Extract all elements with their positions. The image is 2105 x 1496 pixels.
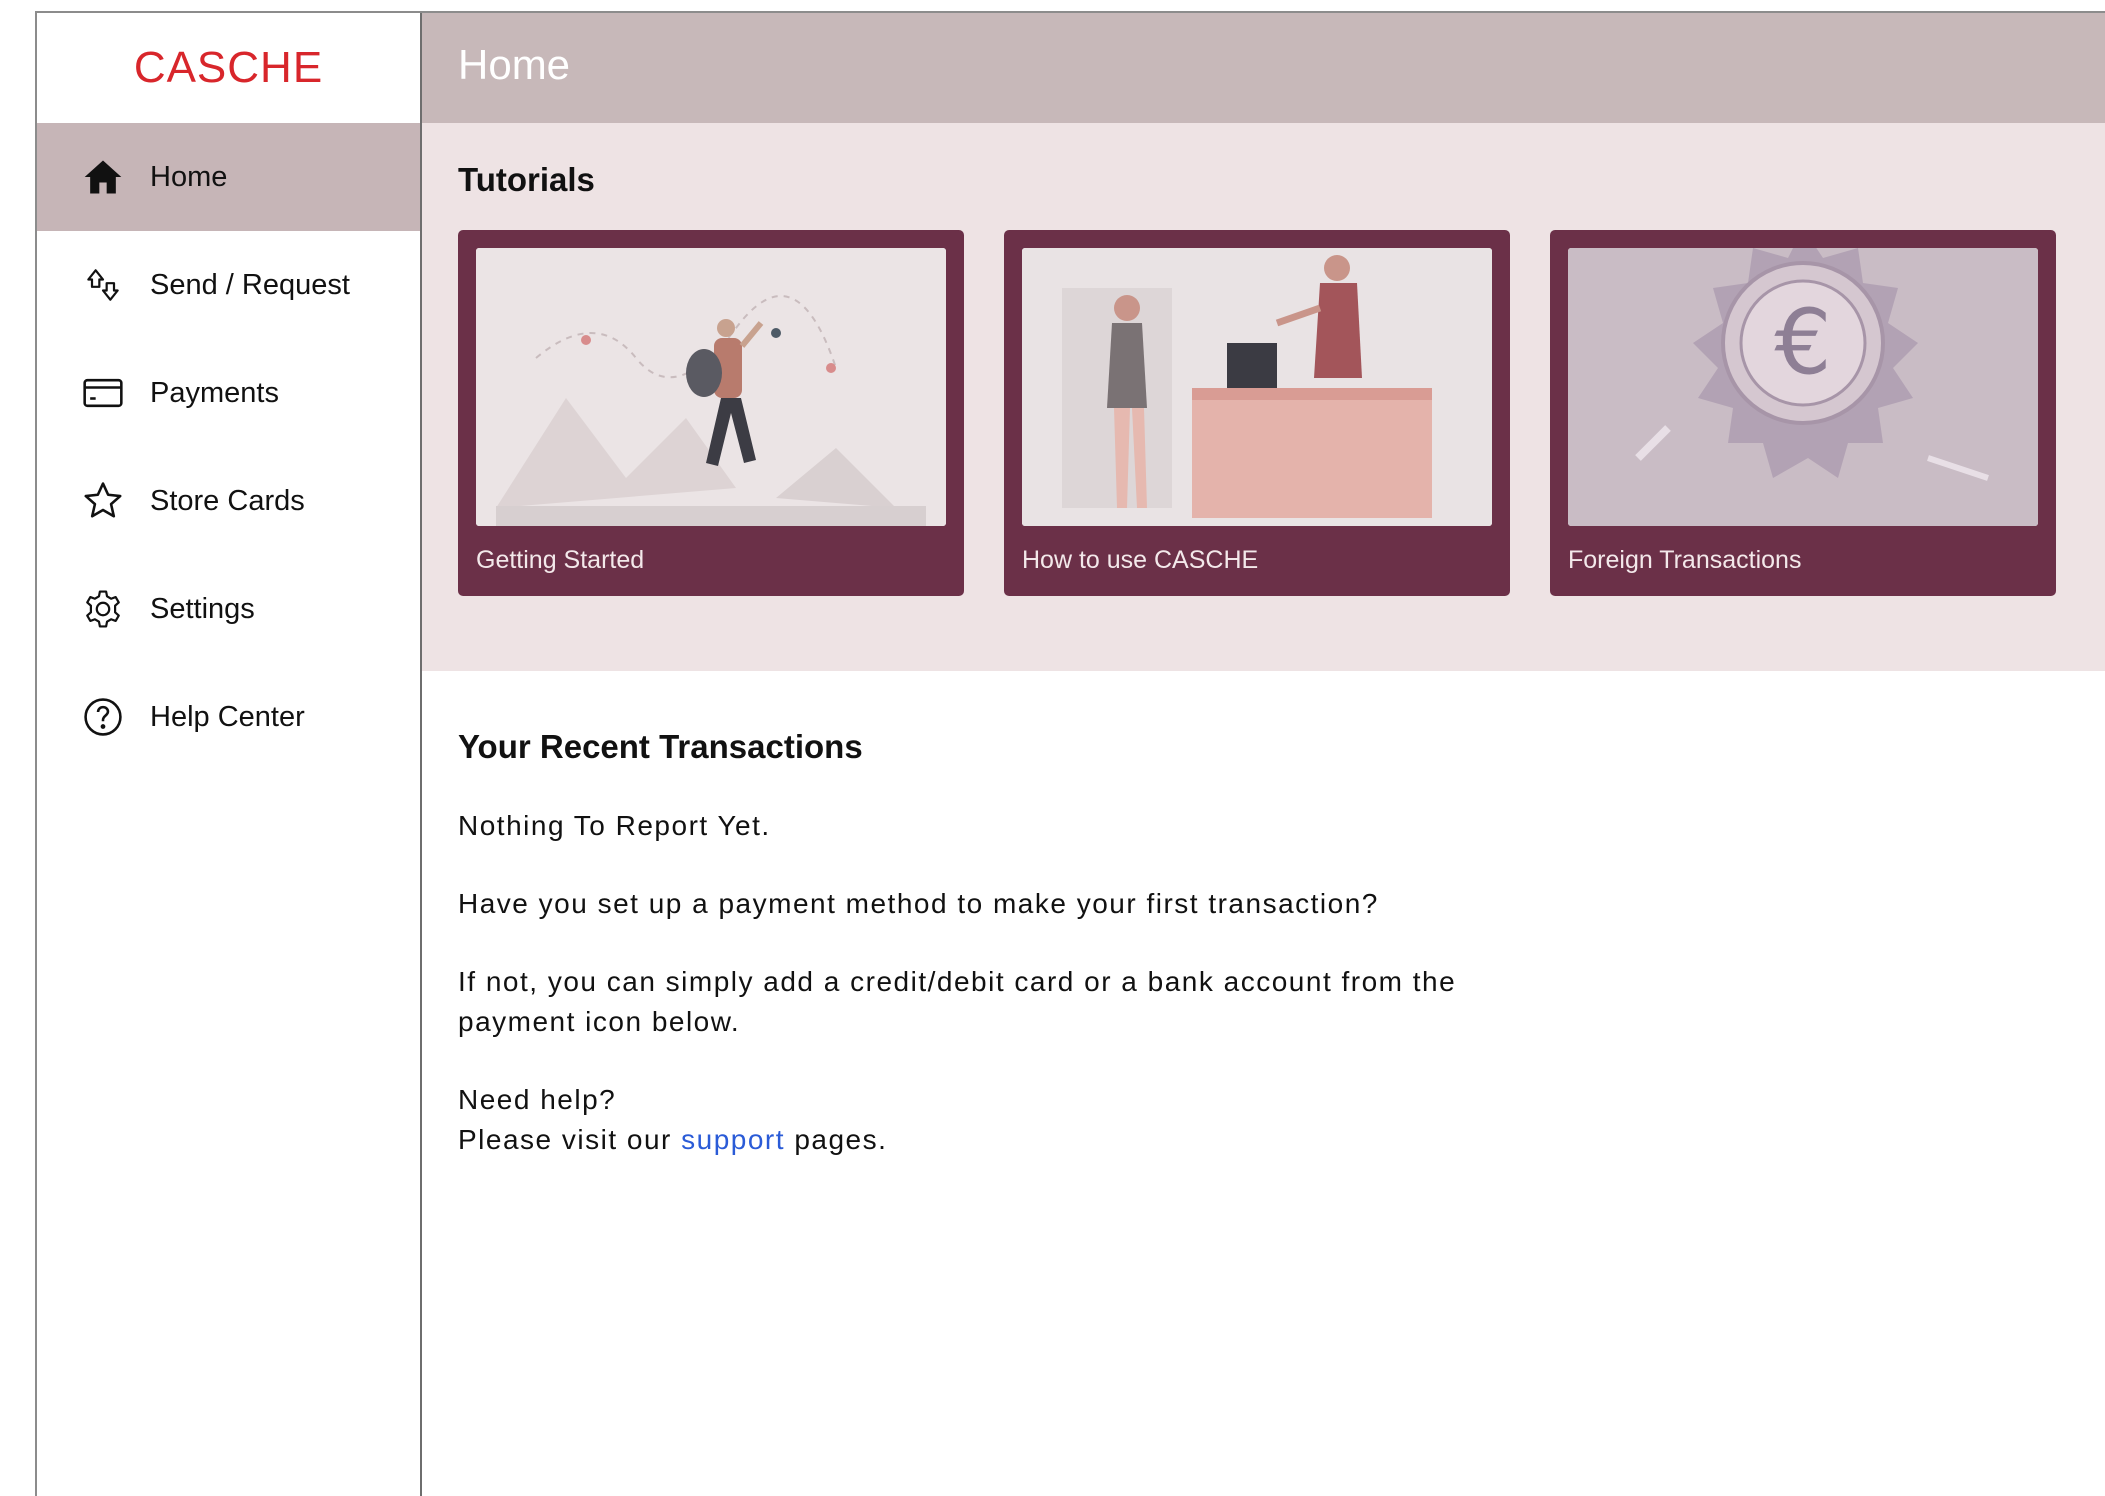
star-icon (81, 479, 125, 523)
credit-card-icon (81, 371, 125, 415)
sidebar-item-label: Payments (150, 376, 279, 409)
sidebar-item-payments[interactable]: Payments (37, 339, 420, 447)
sidebar-item-label: Send / Request (150, 268, 350, 301)
instructions-line: If not, you can simply add a credit/debi… (458, 966, 1457, 997)
app-window: CASCHE Home Send / Request Payments Stor… (35, 11, 2105, 1496)
question-circle-icon (81, 695, 125, 739)
sidebar-item-label: Store Cards (150, 484, 305, 517)
sidebar: CASCHE Home Send / Request Payments Stor… (37, 13, 422, 1496)
help-line: Need help? (458, 1084, 617, 1115)
home-icon (81, 155, 125, 199)
visit-prefix: Please visit our (458, 1124, 682, 1155)
tutorial-card-foreign-transactions[interactable]: € Foreign Transactions (1550, 230, 2056, 596)
tutorials-section: Tutorials Getting Started How to use CAS… (422, 123, 2105, 671)
tutorial-card-label: Foreign Transactions (1568, 546, 1802, 574)
instructions-line: payment icon below. (458, 1006, 741, 1037)
gear-icon (81, 587, 125, 631)
sidebar-nav: Home Send / Request Payments Store Cards… (37, 123, 420, 771)
tutorial-card-how-to-use[interactable]: How to use CASCHE (1004, 230, 1510, 596)
visit-suffix: pages. (785, 1124, 888, 1155)
sidebar-item-home[interactable]: Home (37, 123, 420, 231)
svg-text:€: € (1774, 290, 1831, 395)
sidebar-item-label: Help Center (150, 700, 305, 733)
payment-method-question: Have you set up a payment method to make… (458, 888, 1379, 919)
top-bar: Home (422, 13, 2105, 123)
euro-coin-illustration: € (1568, 248, 2038, 526)
sidebar-item-help-center[interactable]: Help Center (37, 663, 420, 771)
tutorial-card-label: How to use CASCHE (1022, 546, 1259, 574)
sidebar-item-label: Settings (150, 592, 255, 625)
hiker-illustration (476, 248, 946, 526)
page-title: Home (458, 41, 571, 88)
tutorial-card-getting-started[interactable]: Getting Started (458, 230, 964, 596)
recent-transactions-section: Your Recent Transactions Nothing To Repo… (458, 728, 1658, 1198)
tutorials-title: Tutorials (458, 161, 595, 198)
add-payment-instructions: If not, you can simply add a credit/debi… (458, 962, 1658, 1042)
brand-logo: CASCHE (133, 43, 324, 92)
transfer-arrows-icon (81, 263, 125, 307)
main-content: Home Tutorials Getting Started How to us… (422, 13, 2105, 1496)
help-text: Need help? Please visit our support page… (458, 1080, 1658, 1160)
sidebar-item-store-cards[interactable]: Store Cards (37, 447, 420, 555)
support-link[interactable]: support (681, 1124, 785, 1155)
sidebar-item-label: Home (150, 160, 228, 193)
shop-counter-illustration (1022, 248, 1492, 526)
sidebar-item-settings[interactable]: Settings (37, 555, 420, 663)
tutorial-card-label: Getting Started (476, 546, 645, 574)
empty-state-text: Nothing To Report Yet. (458, 810, 771, 841)
recent-transactions-title: Your Recent Transactions (458, 728, 863, 765)
sidebar-item-send-request[interactable]: Send / Request (37, 231, 420, 339)
